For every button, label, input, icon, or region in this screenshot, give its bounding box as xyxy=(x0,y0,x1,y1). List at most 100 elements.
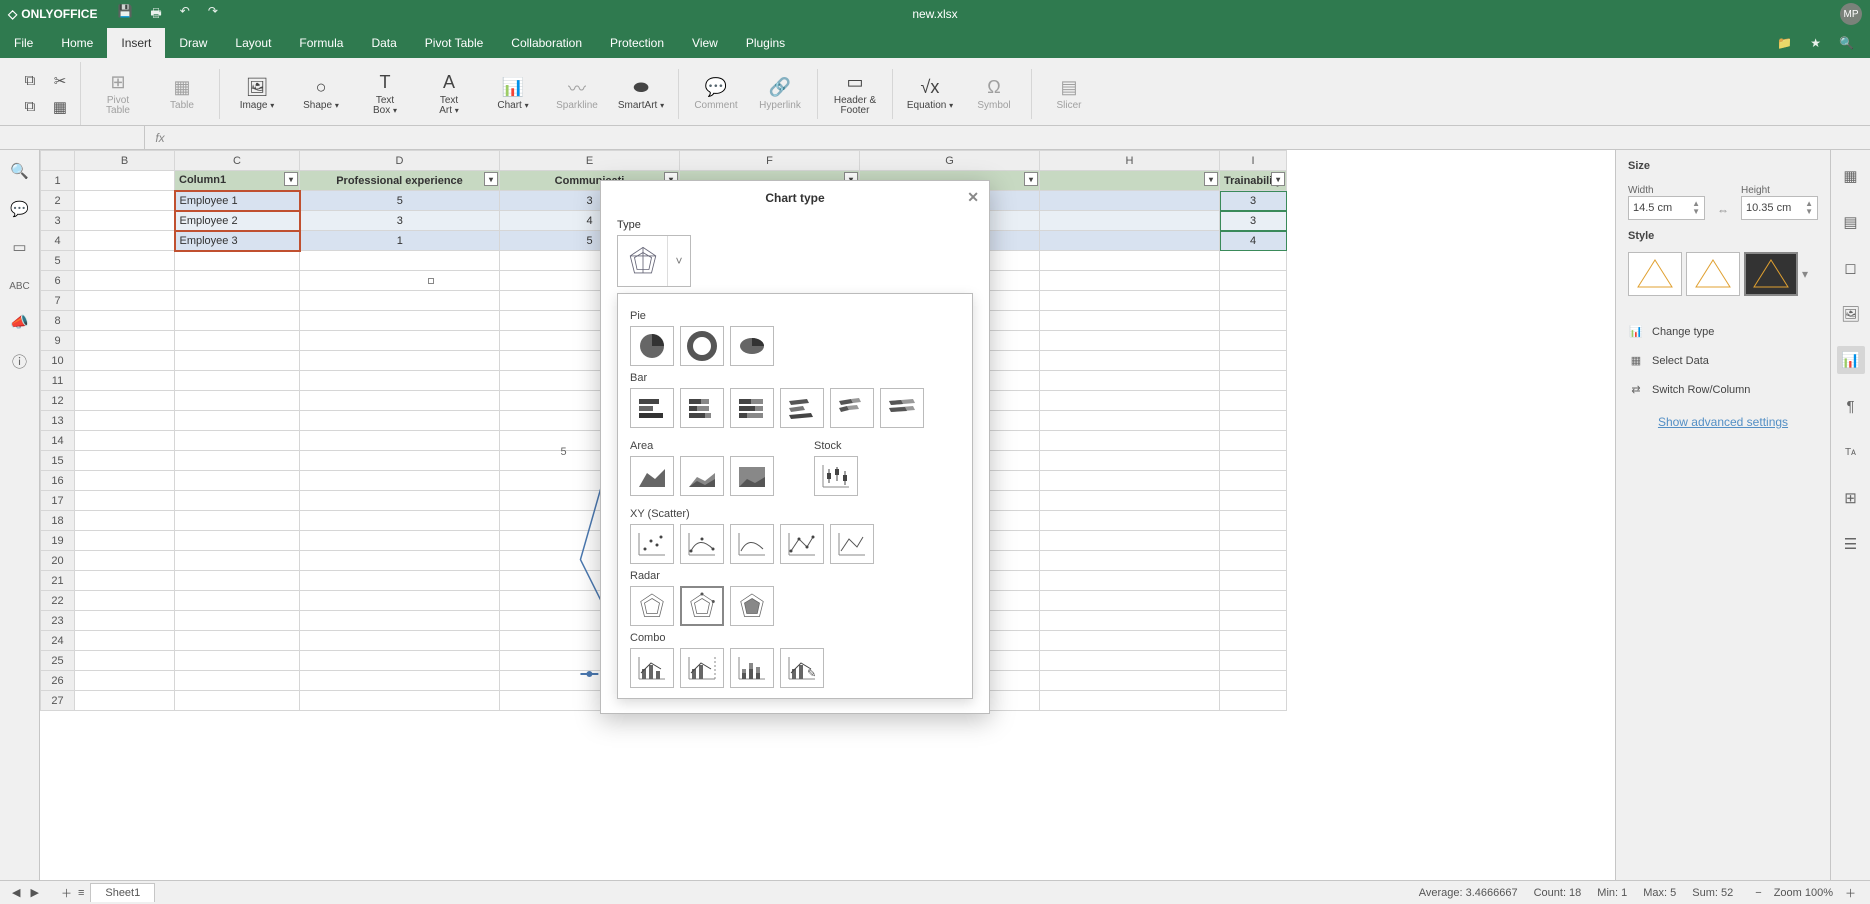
col-header-F[interactable]: F xyxy=(680,151,860,171)
doughnut-chart-type[interactable] xyxy=(680,326,724,366)
cell[interactable] xyxy=(175,591,300,611)
cell[interactable] xyxy=(300,691,500,711)
user-avatar[interactable]: MP xyxy=(1840,3,1862,25)
cell-settings-icon[interactable]: ▦ xyxy=(1837,162,1865,190)
cell[interactable] xyxy=(1040,391,1220,411)
cell[interactable] xyxy=(75,611,175,631)
cell[interactable] xyxy=(1040,531,1220,551)
add-sheet-icon[interactable]: ＋ xyxy=(61,885,72,901)
cell[interactable] xyxy=(1220,631,1287,651)
menu-formula[interactable]: Formula xyxy=(285,28,357,58)
filter-dropdown-icon[interactable]: ▾ xyxy=(1024,172,1038,186)
cell[interactable] xyxy=(175,331,300,351)
close-icon[interactable]: ✕ xyxy=(967,189,979,206)
cell[interactable] xyxy=(175,451,300,471)
cell[interactable] xyxy=(175,311,300,331)
cell[interactable] xyxy=(75,351,175,371)
pie-chart-type[interactable] xyxy=(630,326,674,366)
redo-icon[interactable]: ↷ xyxy=(208,4,218,25)
radar-type[interactable] xyxy=(630,586,674,626)
cell[interactable] xyxy=(75,191,175,211)
cell[interactable]: Professional experience▾ xyxy=(300,171,500,191)
cell[interactable] xyxy=(1220,271,1287,291)
cell[interactable] xyxy=(75,291,175,311)
cell[interactable] xyxy=(75,651,175,671)
menu-draw[interactable]: Draw xyxy=(165,28,221,58)
cell[interactable] xyxy=(1220,311,1287,331)
combo-stacked-area-type[interactable] xyxy=(730,648,774,688)
zoom-out-icon[interactable]: − xyxy=(1755,887,1761,899)
col-header-C[interactable]: C xyxy=(175,151,300,171)
cell[interactable] xyxy=(75,211,175,231)
cell[interactable] xyxy=(175,571,300,591)
ribbon-text-box[interactable]: TTextBox ▾ xyxy=(358,70,412,118)
cell[interactable] xyxy=(75,691,175,711)
cell[interactable] xyxy=(175,411,300,431)
cell[interactable] xyxy=(175,691,300,711)
cell[interactable] xyxy=(75,551,175,571)
row-header[interactable]: 14 xyxy=(41,431,75,451)
select-all-corner[interactable] xyxy=(41,151,75,171)
row-header[interactable]: 21 xyxy=(41,571,75,591)
menu-home[interactable]: Home xyxy=(47,28,107,58)
print-icon[interactable]: 🖶 xyxy=(150,4,161,25)
cell[interactable] xyxy=(175,631,300,651)
cell[interactable] xyxy=(75,391,175,411)
paragraph-settings-icon[interactable]: ¶ xyxy=(1837,392,1865,420)
pie-3d-chart-type[interactable] xyxy=(730,326,774,366)
cell[interactable] xyxy=(175,531,300,551)
ribbon-header-footer[interactable]: ▭Header &Footer xyxy=(828,70,882,118)
cell[interactable] xyxy=(75,371,175,391)
all-sheets-icon[interactable]: ≡ xyxy=(78,887,84,899)
cell[interactable] xyxy=(1220,591,1287,611)
area-type[interactable] xyxy=(630,456,674,496)
row-header[interactable]: 1 xyxy=(41,171,75,191)
style-more-dropdown[interactable]: ▾ xyxy=(1802,267,1808,281)
cell[interactable] xyxy=(1040,631,1220,651)
cell[interactable] xyxy=(1220,651,1287,671)
col-header-D[interactable]: D xyxy=(300,151,500,171)
cell[interactable] xyxy=(75,171,175,191)
radar-markers-type[interactable] xyxy=(680,586,724,626)
cell[interactable]: 4 xyxy=(1220,231,1287,251)
row-header[interactable]: 9 xyxy=(41,331,75,351)
cell[interactable] xyxy=(175,431,300,451)
combo-col-line-sec-type[interactable] xyxy=(680,648,724,688)
cell[interactable] xyxy=(75,451,175,471)
cell[interactable] xyxy=(1220,471,1287,491)
combo-custom-type[interactable]: ✎ xyxy=(780,648,824,688)
scatter-smooth-markers-type[interactable] xyxy=(680,524,724,564)
chart-style-1[interactable] xyxy=(1628,252,1682,296)
cell[interactable]: 3 xyxy=(300,211,500,231)
cell[interactable] xyxy=(175,511,300,531)
bar-3d-stacked-type[interactable] xyxy=(830,388,874,428)
row-header[interactable]: 15 xyxy=(41,451,75,471)
name-box[interactable] xyxy=(0,126,145,149)
height-input[interactable]: 10.35 cm▲▼ xyxy=(1741,196,1818,220)
save-icon[interactable]: 💾 xyxy=(117,4,132,25)
open-location-icon[interactable]: 📁 xyxy=(1777,36,1792,50)
fx-icon[interactable]: fx xyxy=(145,131,175,145)
cell[interactable] xyxy=(175,651,300,671)
cell[interactable] xyxy=(1040,291,1220,311)
cell[interactable] xyxy=(75,431,175,451)
cell[interactable] xyxy=(75,311,175,331)
cell[interactable]: ▾ xyxy=(1040,171,1220,191)
next-sheet-icon[interactable]: ▶ xyxy=(30,886,38,899)
bar-3d-clustered-type[interactable] xyxy=(780,388,824,428)
cell[interactable]: Employee 1 xyxy=(175,191,300,211)
bar-stacked-type[interactable] xyxy=(680,388,724,428)
cut-icon[interactable]: ✂ xyxy=(50,71,70,91)
search-icon[interactable]: 🔍 xyxy=(1839,36,1854,50)
cell[interactable] xyxy=(1220,391,1287,411)
feedback-icon[interactable]: 📣 xyxy=(10,313,29,331)
cell[interactable] xyxy=(75,491,175,511)
cell[interactable] xyxy=(1040,211,1220,231)
row-header[interactable]: 24 xyxy=(41,631,75,651)
cell[interactable] xyxy=(1040,191,1220,211)
cell[interactable] xyxy=(1040,591,1220,611)
cell[interactable]: 1 xyxy=(300,231,500,251)
cell[interactable] xyxy=(1040,471,1220,491)
cell[interactable] xyxy=(1040,451,1220,471)
cell[interactable] xyxy=(75,531,175,551)
